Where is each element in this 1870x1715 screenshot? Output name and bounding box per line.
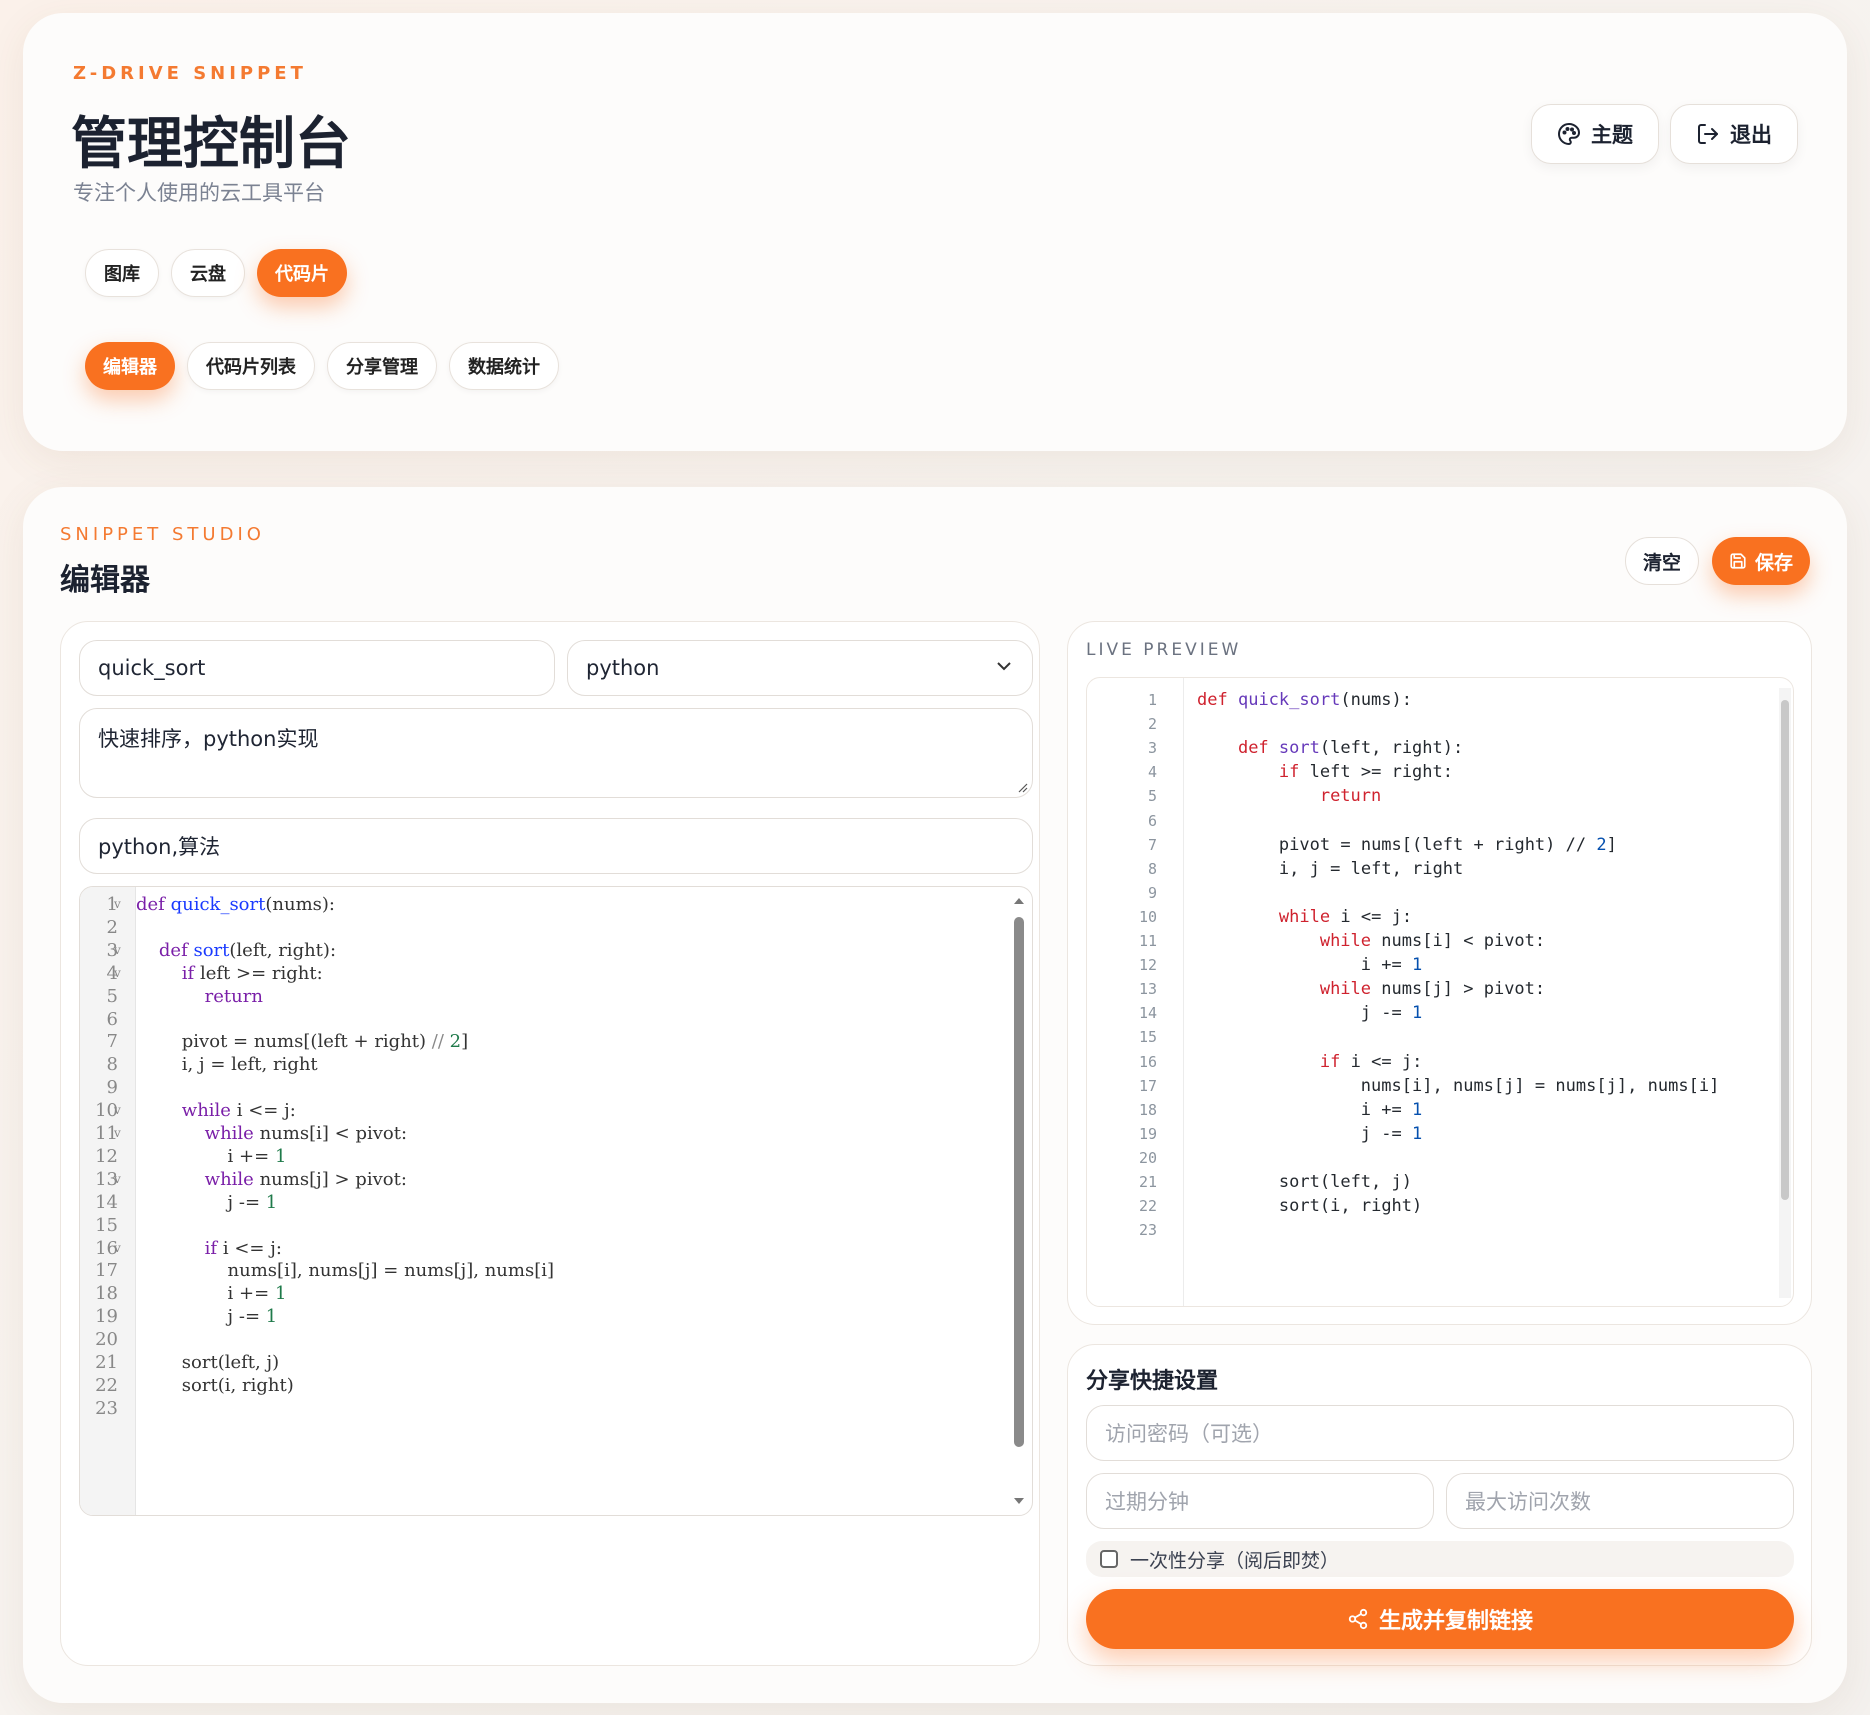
module-tab-snippet[interactable]: 代码片 xyxy=(257,249,347,297)
expire-minutes-input[interactable]: 过期分钟 xyxy=(1086,1473,1434,1529)
editor-title: 编辑器 xyxy=(60,563,150,598)
subtab-label: 分享管理 xyxy=(346,357,418,378)
module-tab-label: 代码片 xyxy=(275,264,329,285)
logout-button-label: 退出 xyxy=(1730,123,1772,147)
page-title: 管理控制台 xyxy=(71,112,351,177)
share-title: 分享快捷设置 xyxy=(1086,1369,1219,1394)
max-visits-placeholder: 最大访问次数 xyxy=(1465,1490,1591,1514)
subtab-editor[interactable]: 编辑器 xyxy=(85,342,175,390)
editor-eyebrow: SNIPPET STUDIO xyxy=(60,524,265,545)
generate-link-label: 生成并复制链接 xyxy=(1378,1609,1533,1634)
module-tab-label: 云盘 xyxy=(190,264,226,285)
page-subtitle: 专注个人使用的云工具平台 xyxy=(73,181,325,205)
subtab-snippet-list[interactable]: 代码片列表 xyxy=(187,342,315,390)
preview-line: 23 xyxy=(1087,1216,1793,1245)
scroll-up-icon[interactable] xyxy=(1013,897,1025,905)
language-select[interactable]: python xyxy=(567,640,1033,696)
language-select-value: python xyxy=(586,656,660,680)
chevron-down-icon xyxy=(997,662,1011,671)
tags-value: python,算法 xyxy=(98,835,221,859)
one-time-share-row[interactable]: 一次性分享（阅后即焚） xyxy=(1086,1541,1794,1577)
module-tab-label: 图库 xyxy=(104,264,140,285)
one-time-share-label: 一次性分享（阅后即焚） xyxy=(1130,1549,1340,1572)
snippet-name-value: quick_sort xyxy=(98,656,206,680)
generate-link-button[interactable]: 生成并复制链接 xyxy=(1086,1589,1794,1649)
save-icon xyxy=(1730,553,1746,569)
resize-grip-icon[interactable] xyxy=(1016,781,1028,793)
palette-icon xyxy=(1558,123,1580,145)
subtab-label: 编辑器 xyxy=(103,357,157,378)
save-button[interactable]: 保存 xyxy=(1712,537,1810,585)
code-editor[interactable]: 1 v def quick_sort(nums): 2 3 v def sort(left… xyxy=(79,886,1033,1516)
preview-panel: LIVE PREVIEW 1 def quick_sort(nums): 2 3 de… xyxy=(1067,621,1812,1325)
share-icon xyxy=(1348,1608,1368,1630)
share-password-placeholder: 访问密码（可选） xyxy=(1105,1422,1273,1446)
module-tab-gallery[interactable]: 图库 xyxy=(85,249,159,297)
preview-line-number: 23 xyxy=(1138,1221,1157,1240)
expire-minutes-placeholder: 过期分钟 xyxy=(1105,1490,1189,1514)
module-tab-drive[interactable]: 云盘 xyxy=(171,249,245,297)
one-time-share-checkbox[interactable] xyxy=(1100,1550,1118,1568)
preview-scroll-thumb[interactable] xyxy=(1781,700,1789,1200)
header-card: Z-DRIVE SNIPPET 管理控制台 专注个人使用的云工具平台 主题 退出… xyxy=(23,13,1847,451)
description-textarea[interactable]: 快速排序，python实现 xyxy=(79,708,1033,798)
theme-button[interactable]: 主题 xyxy=(1531,104,1659,164)
save-button-label: 保存 xyxy=(1754,551,1793,574)
logout-button[interactable]: 退出 xyxy=(1670,104,1798,164)
line-number: 23 xyxy=(95,1397,118,1419)
editor-card: SNIPPET STUDIO 编辑器 清空 保存 quick_sort pyth… xyxy=(23,487,1847,1703)
description-value: 快速排序，python实现 xyxy=(98,727,319,751)
code-scroll-thumb[interactable] xyxy=(1014,917,1024,1447)
editor-form-panel: quick_sort python 快速排序，python实现 python,算… xyxy=(60,621,1040,1666)
code-line[interactable]: 23 xyxy=(80,1395,1032,1422)
share-panel: 分享快捷设置 访问密码（可选） 过期分钟 最大访问次数 一次性分享（阅后即焚） … xyxy=(1067,1344,1812,1666)
preview-eyebrow: LIVE PREVIEW xyxy=(1086,640,1242,660)
subtab-statistics[interactable]: 数据统计 xyxy=(449,342,559,390)
logout-icon xyxy=(1698,124,1718,144)
subtab-label: 代码片列表 xyxy=(206,357,296,378)
snippet-name-input[interactable]: quick_sort xyxy=(79,640,555,696)
preview-code: 1 def quick_sort(nums): 2 3 def sort(left, … xyxy=(1086,677,1794,1307)
scroll-down-icon[interactable] xyxy=(1013,1497,1025,1505)
tags-input[interactable]: python,算法 xyxy=(79,818,1033,874)
theme-button-label: 主题 xyxy=(1591,123,1633,147)
subtab-label: 数据统计 xyxy=(468,357,540,378)
preview-scrollbar[interactable] xyxy=(1779,688,1791,1298)
subtab-share-management[interactable]: 分享管理 xyxy=(327,342,437,390)
share-password-input[interactable]: 访问密码（可选） xyxy=(1086,1405,1794,1461)
brand-eyebrow: Z-DRIVE SNIPPET xyxy=(73,63,307,84)
clear-button[interactable]: 清空 xyxy=(1625,537,1699,585)
max-visits-input[interactable]: 最大访问次数 xyxy=(1446,1473,1794,1529)
